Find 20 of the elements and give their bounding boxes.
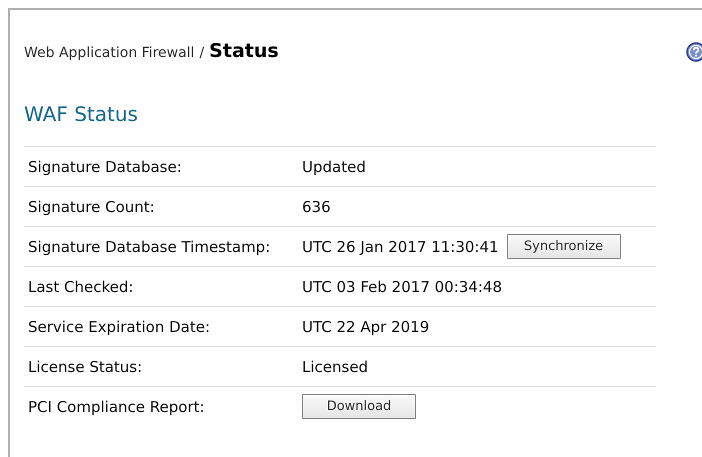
page-title: Status (209, 40, 279, 62)
action-button[interactable]: Download (302, 394, 416, 419)
breadcrumb-separator: / (199, 45, 204, 61)
field-label: Signature Count: (27, 198, 156, 216)
section-title: WAF Status (24, 102, 139, 126)
breadcrumb-parent: Web Application Firewall (24, 45, 194, 61)
field-label: Service Expiration Date: (27, 318, 212, 336)
field-value: Licensed (302, 358, 368, 376)
field-value: Updated (302, 158, 366, 176)
field-value: UTC 22 Apr 2019 (302, 318, 430, 336)
field-label: Signature Database: (27, 158, 183, 176)
field-label: Last Checked: (27, 278, 134, 296)
field-value: 636 (302, 198, 331, 216)
field-label: License Status: (27, 358, 144, 376)
field-value: UTC 03 Feb 2017 00:34:48 (302, 278, 502, 296)
help-icon[interactable] (686, 42, 702, 62)
field-label: PCI Compliance Report: (27, 398, 206, 416)
action-button[interactable]: Synchronize (506, 234, 621, 259)
field-label: Signature Database Timestamp: (27, 238, 272, 256)
field-value: UTC 26 Jan 2017 11:30:41 (302, 238, 499, 256)
